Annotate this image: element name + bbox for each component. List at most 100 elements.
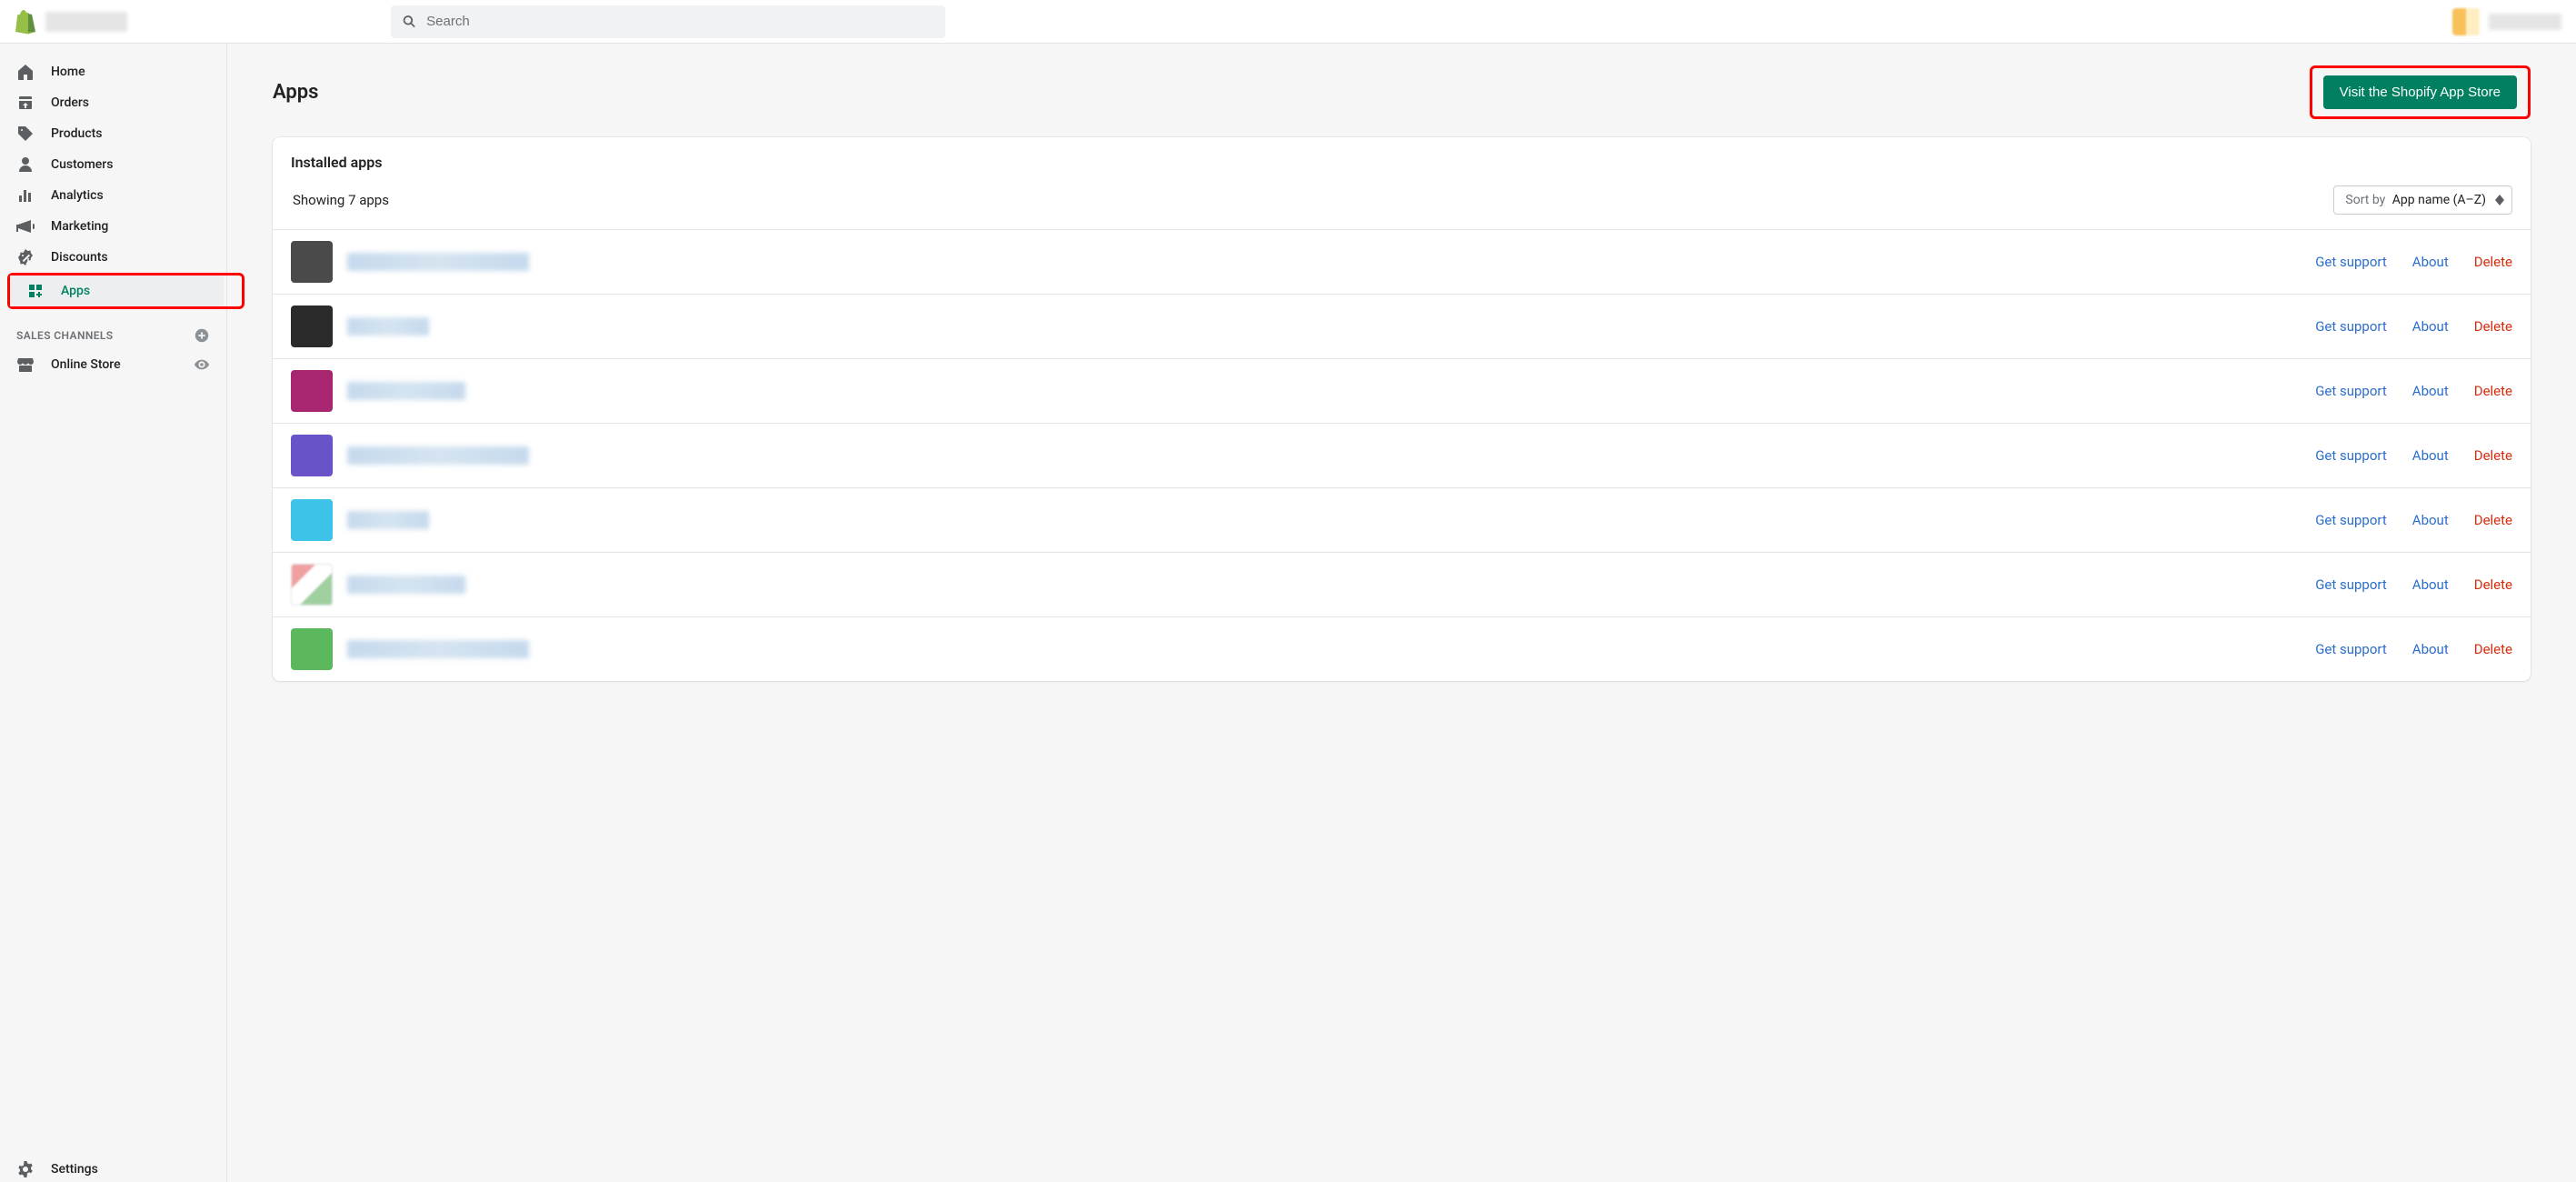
shopify-logo-icon bbox=[15, 9, 36, 35]
delete-link[interactable]: Delete bbox=[2474, 512, 2512, 528]
delete-link[interactable]: Delete bbox=[2474, 576, 2512, 593]
sidebar-bottom: Settings bbox=[0, 1149, 226, 1182]
nav-products[interactable]: Products bbox=[0, 118, 226, 149]
nav-customers[interactable]: Customers bbox=[0, 149, 226, 180]
nav-discounts[interactable]: Discounts bbox=[0, 242, 226, 273]
apps-highlight: Apps bbox=[7, 273, 245, 309]
visit-button-highlight: Visit the Shopify App Store bbox=[2310, 65, 2531, 119]
app-list: Get support About Delete Get support About De… bbox=[273, 229, 2531, 681]
app-icon bbox=[291, 370, 333, 412]
nav-label: Apps bbox=[61, 284, 90, 298]
store-name bbox=[45, 12, 127, 32]
profile-name bbox=[2489, 14, 2561, 30]
nav-analytics[interactable]: Analytics bbox=[0, 180, 226, 211]
topbar bbox=[0, 0, 2576, 44]
logo-area bbox=[15, 9, 227, 35]
app-name[interactable] bbox=[347, 446, 529, 465]
get-support-link[interactable]: Get support bbox=[2315, 383, 2387, 399]
analytics-icon bbox=[16, 186, 35, 205]
sort-select[interactable]: Sort by App name (A–Z) bbox=[2333, 185, 2512, 215]
page-title: Apps bbox=[273, 81, 318, 104]
nav-label: Orders bbox=[51, 95, 89, 110]
about-link[interactable]: About bbox=[2412, 447, 2449, 464]
visit-app-store-button[interactable]: Visit the Shopify App Store bbox=[2323, 75, 2517, 109]
sort-arrows-icon bbox=[2495, 195, 2504, 205]
about-link[interactable]: About bbox=[2412, 641, 2449, 657]
installed-apps-card: Installed apps Showing 7 apps Sort by Ap… bbox=[273, 137, 2531, 681]
nav-label: Discounts bbox=[51, 250, 108, 265]
sort-value: App name (A–Z) bbox=[2392, 193, 2486, 207]
app-name[interactable] bbox=[347, 317, 429, 336]
about-link[interactable]: About bbox=[2412, 254, 2449, 270]
app-actions: Get support About Delete bbox=[2315, 383, 2512, 399]
get-support-link[interactable]: Get support bbox=[2315, 641, 2387, 657]
about-link[interactable]: About bbox=[2412, 383, 2449, 399]
discounts-icon bbox=[16, 248, 35, 266]
add-channel-icon[interactable] bbox=[194, 327, 210, 344]
app-row: Get support About Delete bbox=[273, 358, 2531, 423]
marketing-icon bbox=[16, 217, 35, 235]
app-row: Get support About Delete bbox=[273, 487, 2531, 552]
about-link[interactable]: About bbox=[2412, 512, 2449, 528]
nav-marketing[interactable]: Marketing bbox=[0, 211, 226, 242]
app-actions: Get support About Delete bbox=[2315, 576, 2512, 593]
app-row: Get support About Delete bbox=[273, 616, 2531, 681]
app-icon bbox=[291, 499, 333, 541]
sales-channels-header: SALES CHANNELS bbox=[0, 327, 226, 344]
nav-label: Products bbox=[51, 126, 103, 141]
app-icon bbox=[291, 564, 333, 606]
sidebar: Home Orders Products Customers Analytics bbox=[0, 44, 227, 1182]
search-input[interactable] bbox=[426, 14, 934, 29]
app-icon bbox=[291, 628, 333, 670]
app-actions: Get support About Delete bbox=[2315, 318, 2512, 335]
customers-icon bbox=[16, 155, 35, 174]
channel-label: Online Store bbox=[51, 357, 121, 372]
delete-link[interactable]: Delete bbox=[2474, 383, 2512, 399]
app-icon bbox=[291, 306, 333, 347]
sort-by-label: Sort by bbox=[2345, 193, 2385, 207]
app-row: Get support About Delete bbox=[273, 294, 2531, 358]
card-title: Installed apps bbox=[273, 137, 2531, 171]
delete-link[interactable]: Delete bbox=[2474, 318, 2512, 335]
home-icon bbox=[16, 63, 35, 81]
app-actions: Get support About Delete bbox=[2315, 254, 2512, 270]
get-support-link[interactable]: Get support bbox=[2315, 318, 2387, 335]
nav-orders[interactable]: Orders bbox=[0, 87, 226, 118]
orders-icon bbox=[16, 94, 35, 112]
app-icon bbox=[291, 241, 333, 283]
view-store-icon[interactable] bbox=[194, 356, 210, 373]
delete-link[interactable]: Delete bbox=[2474, 641, 2512, 657]
profile-area[interactable] bbox=[2452, 8, 2561, 35]
about-link[interactable]: About bbox=[2412, 318, 2449, 335]
gear-icon bbox=[16, 1160, 35, 1178]
delete-link[interactable]: Delete bbox=[2474, 447, 2512, 464]
channel-online-store[interactable]: Online Store bbox=[0, 349, 226, 380]
app-actions: Get support About Delete bbox=[2315, 641, 2512, 657]
app-name[interactable] bbox=[347, 382, 465, 400]
nav-home[interactable]: Home bbox=[0, 56, 226, 87]
nav-label: Home bbox=[51, 65, 85, 79]
app-actions: Get support About Delete bbox=[2315, 512, 2512, 528]
search-box[interactable] bbox=[391, 5, 945, 38]
search-container bbox=[227, 5, 2452, 38]
app-row: Get support About Delete bbox=[273, 229, 2531, 294]
get-support-link[interactable]: Get support bbox=[2315, 447, 2387, 464]
settings-label: Settings bbox=[51, 1162, 98, 1177]
nav-label: Marketing bbox=[51, 219, 108, 234]
get-support-link[interactable]: Get support bbox=[2315, 512, 2387, 528]
app-name[interactable] bbox=[347, 640, 529, 658]
content: Apps Visit the Shopify App Store Install… bbox=[227, 44, 2576, 1182]
nav-settings[interactable]: Settings bbox=[0, 1149, 226, 1182]
store-icon bbox=[16, 356, 35, 374]
app-name[interactable] bbox=[347, 253, 529, 271]
app-name[interactable] bbox=[347, 576, 465, 594]
delete-link[interactable]: Delete bbox=[2474, 254, 2512, 270]
about-link[interactable]: About bbox=[2412, 576, 2449, 593]
apps-icon bbox=[26, 282, 45, 300]
get-support-link[interactable]: Get support bbox=[2315, 576, 2387, 593]
sales-channels-label: SALES CHANNELS bbox=[16, 329, 114, 342]
search-icon bbox=[402, 14, 417, 30]
get-support-link[interactable]: Get support bbox=[2315, 254, 2387, 270]
nav-apps[interactable]: Apps bbox=[10, 275, 224, 306]
app-name[interactable] bbox=[347, 511, 429, 529]
